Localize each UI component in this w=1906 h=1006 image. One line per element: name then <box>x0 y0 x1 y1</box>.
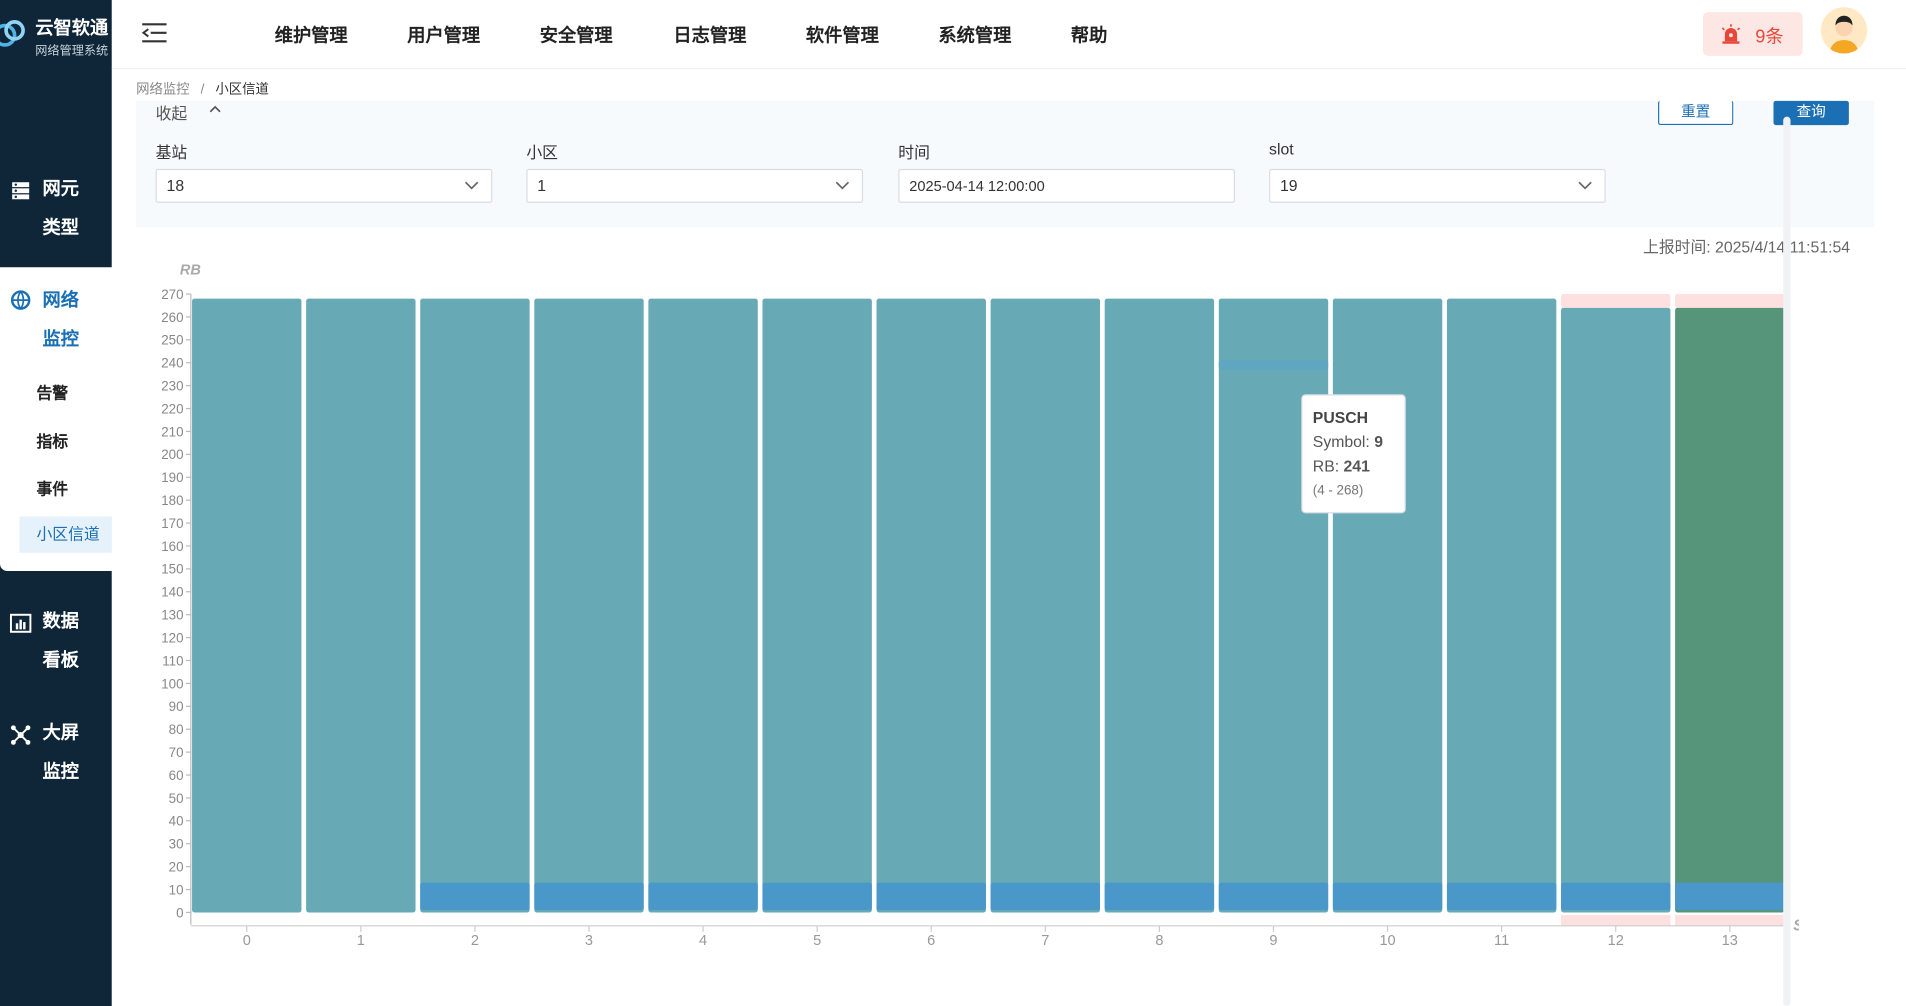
tooltip-title: PUSCH <box>1313 410 1368 427</box>
bar-segment <box>1104 298 1215 913</box>
bar-segment <box>1104 882 1215 911</box>
bar-segment <box>876 882 986 911</box>
bar-segment <box>990 882 1101 911</box>
y-tick-label: 220 <box>161 401 183 416</box>
bar-segment <box>534 298 644 913</box>
chart-card: 上报时间: 2025/4/14 11:51:54 0 10 20 30 40 50 60 70… <box>136 227 1875 1006</box>
rb-symbol-chart: 0102030405060708090100110120130140150160… <box>161 263 1799 950</box>
x-tick-label: 12 <box>1608 933 1624 949</box>
page-scrollbar[interactable] <box>1783 116 1791 1006</box>
bar-segment <box>1561 294 1671 308</box>
bar-segment <box>306 298 416 913</box>
y-tick-label: 130 <box>161 608 183 623</box>
y-tick-label: 40 <box>169 814 184 829</box>
y-tick-label: 270 <box>161 287 183 302</box>
y-tick-label: 0 <box>176 905 183 920</box>
x-tick-label: 7 <box>1041 933 1049 949</box>
x-tick-label: 1 <box>357 933 365 949</box>
y-tick-label: 170 <box>161 516 183 531</box>
bar-segment <box>534 882 644 911</box>
x-tick-label: 6 <box>927 933 935 949</box>
y-tick-label: 240 <box>161 356 183 371</box>
bar-segment <box>990 298 1101 913</box>
app-window: 云智软通 网络管理系统 网元 类型 网络 监控 告警 指标 事件 小区信道 数据… <box>0 0 1906 1006</box>
y-tick-label: 160 <box>161 539 183 554</box>
bar-segment <box>1332 298 1443 913</box>
bar-segment <box>762 882 872 911</box>
tooltip-range: (4 - 268) <box>1313 482 1364 497</box>
bar-segment <box>1446 882 1557 911</box>
x-tick-label: 0 <box>243 933 251 949</box>
y-tick-label: 260 <box>161 310 183 325</box>
y-tick-label: 200 <box>161 447 183 462</box>
bar-segment <box>1675 307 1785 913</box>
y-tick-label: 60 <box>169 768 184 783</box>
y-tick-label: 70 <box>169 745 184 760</box>
x-axis-label: Symbol <box>1793 918 1799 935</box>
y-tick-label: 100 <box>161 676 183 691</box>
bar-segment <box>1561 307 1671 913</box>
y-tick-label: 190 <box>161 470 183 485</box>
bar-segment <box>420 882 530 911</box>
y-tick-label: 110 <box>162 653 183 668</box>
bar-segment <box>1218 298 1329 913</box>
bar-segment <box>420 298 530 913</box>
main-content: 网络监控 / 小区信道 收起 重置 查询 基站 18 小区 1 时间 2025-… <box>111 69 1906 1006</box>
y-tick-label: 30 <box>169 837 184 852</box>
x-tick-label: 3 <box>585 933 593 949</box>
y-tick-label: 90 <box>169 699 184 714</box>
y-tick-label: 150 <box>161 562 183 577</box>
y-tick-label: 180 <box>161 493 183 508</box>
y-tick-label: 20 <box>169 860 184 875</box>
y-axis-label: RB <box>180 263 201 279</box>
bar-segment <box>762 298 872 913</box>
x-tick-label: 2 <box>471 933 479 949</box>
y-tick-label: 210 <box>161 424 183 439</box>
bar-segment <box>648 882 758 911</box>
bar-segment <box>1218 882 1329 911</box>
x-tick-label: 13 <box>1722 933 1738 949</box>
y-tick-label: 80 <box>169 722 184 737</box>
x-tick-label: 8 <box>1155 933 1163 949</box>
x-tick-label: 9 <box>1269 933 1277 949</box>
tooltip-symbol: Symbol: 9 <box>1313 434 1383 451</box>
x-tick-label: 11 <box>1494 933 1509 949</box>
y-tick-label: 50 <box>169 791 184 806</box>
bar-segment <box>1675 882 1785 911</box>
bar-segment <box>1218 360 1329 370</box>
user-avatar-icon <box>1820 7 1868 54</box>
x-tick-label: 10 <box>1379 933 1395 949</box>
y-tick-label: 10 <box>169 882 184 897</box>
user-avatar[interactable] <box>1820 7 1868 54</box>
bar-segment <box>1446 298 1557 913</box>
x-tick-label: 5 <box>813 933 821 949</box>
y-tick-label: 250 <box>161 333 183 348</box>
y-tick-label: 120 <box>161 630 183 645</box>
bar-segment <box>648 298 758 913</box>
bar-segment <box>1675 294 1785 308</box>
bar-segment <box>192 298 302 913</box>
y-tick-label: 140 <box>161 585 183 600</box>
x-tick-label: 4 <box>699 933 707 949</box>
bar-segment <box>1561 914 1671 926</box>
bar-segment <box>876 298 986 913</box>
bar-segment <box>1675 914 1785 926</box>
bar-segment <box>1332 882 1443 911</box>
tooltip-rb: RB: 241 <box>1313 458 1370 475</box>
bar-segment <box>1561 882 1671 911</box>
y-tick-label: 230 <box>161 379 183 394</box>
